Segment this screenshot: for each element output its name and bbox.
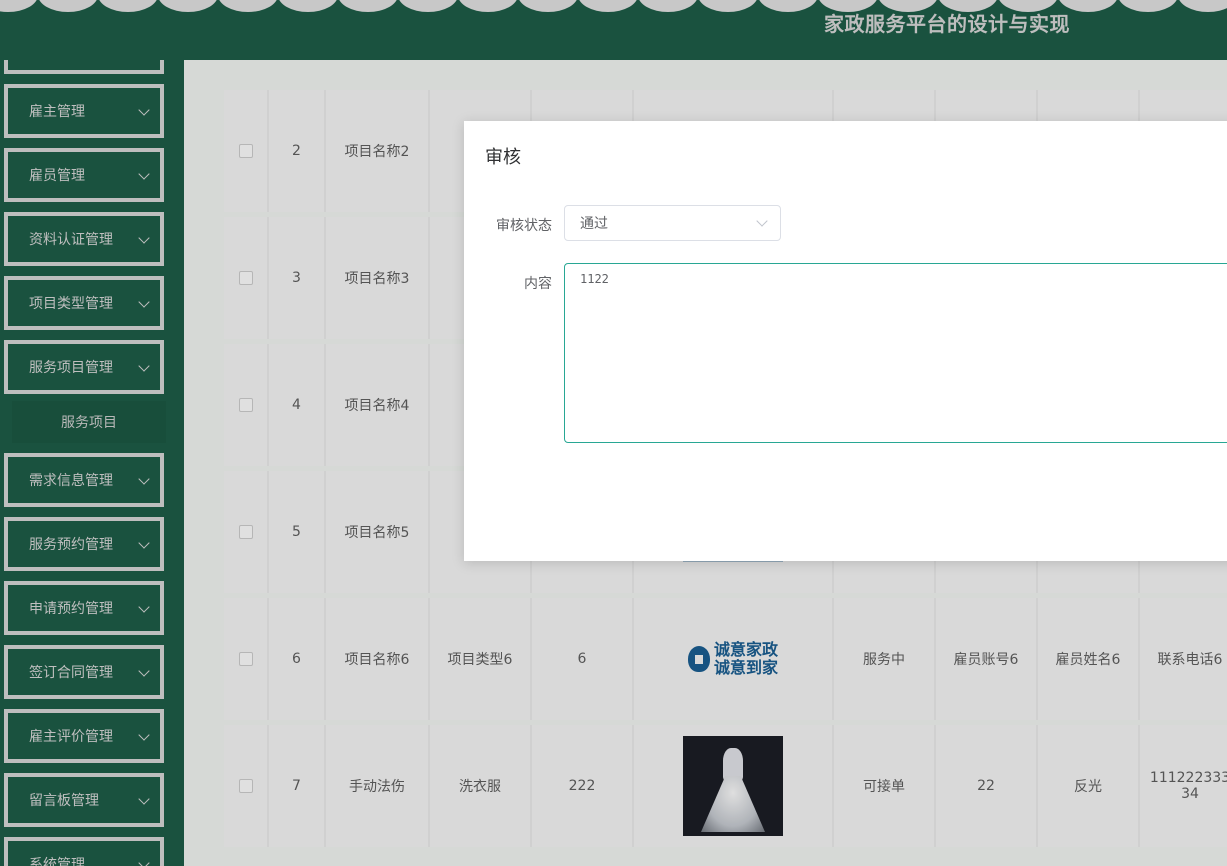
dialog-title: 审核 xyxy=(485,147,521,168)
chevron-down-icon xyxy=(756,215,768,227)
audit-status-label: 审核状态 xyxy=(496,218,552,234)
audit-status-select[interactable]: 通过 xyxy=(564,205,781,241)
audit-dialog: 审核 审核状态 通过 内容 1122 xyxy=(464,121,1227,561)
content-label: 内容 xyxy=(524,276,552,292)
content-textarea[interactable]: 1122 xyxy=(564,263,1227,443)
audit-status-value: 通过 xyxy=(580,216,608,232)
